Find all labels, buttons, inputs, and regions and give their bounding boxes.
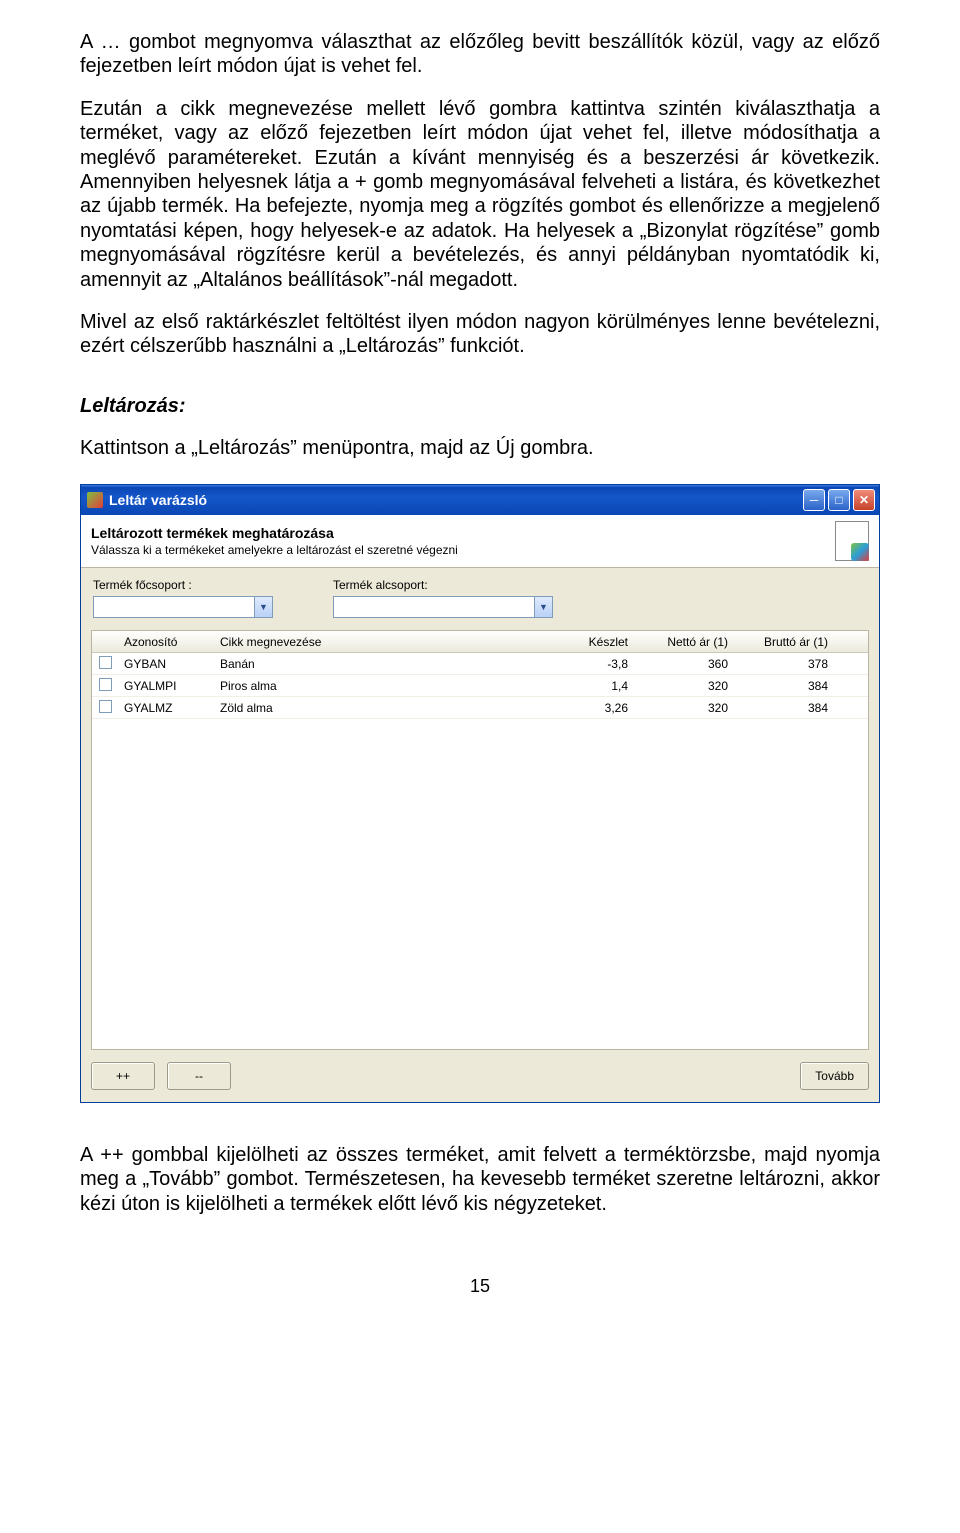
section-heading-leltarozas: Leltározás: <box>80 395 880 418</box>
sub-group-label: Termék alcsoport: <box>333 578 553 592</box>
app-icon <box>87 492 103 508</box>
paragraph: Kattintson a „Leltározás” menüpontra, ma… <box>80 436 880 460</box>
titlebar: Leltár varázsló ─ □ ✕ <box>81 485 879 515</box>
col-stock: Készlet <box>554 635 634 649</box>
cell-gross: 384 <box>734 679 834 693</box>
cell-stock: -3,8 <box>554 657 634 671</box>
wizard-header: Leltározott termékek meghatározása Válas… <box>81 515 879 568</box>
table-row[interactable]: GYBAN Banán -3,8 360 378 <box>92 653 868 675</box>
next-button[interactable]: Tovább <box>800 1062 869 1090</box>
document-icon <box>835 521 869 561</box>
select-all-button[interactable]: ++ <box>91 1062 155 1090</box>
col-net: Nettó ár (1) <box>634 635 734 649</box>
wizard-window: Leltár varázsló ─ □ ✕ Leltározott termék… <box>80 484 880 1103</box>
row-checkbox[interactable] <box>99 700 112 713</box>
cell-gross: 384 <box>734 701 834 715</box>
cell-net: 320 <box>634 701 734 715</box>
wizard-bottombar: ++ -- Tovább <box>81 1050 879 1102</box>
cell-gross: 378 <box>734 657 834 671</box>
close-button[interactable]: ✕ <box>853 489 875 511</box>
table-row[interactable]: GYALMPI Piros alma 1,4 320 384 <box>92 675 868 697</box>
deselect-all-button[interactable]: -- <box>167 1062 231 1090</box>
paragraph: A … gombot megnyomva választhat az előző… <box>80 30 880 79</box>
cell-name: Banán <box>214 657 554 671</box>
page-number: 15 <box>80 1276 880 1297</box>
table-row[interactable]: GYALMZ Zöld alma 3,26 320 384 <box>92 697 868 719</box>
cell-net: 320 <box>634 679 734 693</box>
main-group-label: Termék főcsoport : <box>93 578 273 592</box>
row-checkbox[interactable] <box>99 678 112 691</box>
maximize-button[interactable]: □ <box>828 489 850 511</box>
col-name: Cikk megnevezése <box>214 635 554 649</box>
col-id: Azonosító <box>118 635 214 649</box>
cell-id: GYBAN <box>118 657 214 671</box>
sub-group-combo[interactable]: ▼ <box>333 596 553 618</box>
table-header: Azonosító Cikk megnevezése Készlet Nettó… <box>92 631 868 653</box>
paragraph: Ezután a cikk megnevezése mellett lévő g… <box>80 97 880 292</box>
cell-name: Piros alma <box>214 679 554 693</box>
cell-id: GYALMPI <box>118 679 214 693</box>
main-group-combo[interactable]: ▼ <box>93 596 273 618</box>
wizard-header-subtitle: Válassza ki a termékeket amelyekre a lel… <box>91 543 835 557</box>
window-title: Leltár varázsló <box>109 492 207 508</box>
cell-net: 360 <box>634 657 734 671</box>
paragraph: A ++ gombbal kijelölheti az összes termé… <box>80 1143 880 1216</box>
paragraph: Mivel az első raktárkészlet feltöltést i… <box>80 310 880 359</box>
wizard-header-title: Leltározott termékek meghatározása <box>91 525 835 541</box>
product-table: Azonosító Cikk megnevezése Készlet Nettó… <box>91 630 869 1050</box>
cell-name: Zöld alma <box>214 701 554 715</box>
cell-stock: 1,4 <box>554 679 634 693</box>
row-checkbox[interactable] <box>99 656 112 669</box>
cell-stock: 3,26 <box>554 701 634 715</box>
chevron-down-icon[interactable]: ▼ <box>534 597 552 617</box>
minimize-button[interactable]: ─ <box>803 489 825 511</box>
cell-id: GYALMZ <box>118 701 214 715</box>
chevron-down-icon[interactable]: ▼ <box>254 597 272 617</box>
col-gross: Bruttó ár (1) <box>734 635 834 649</box>
